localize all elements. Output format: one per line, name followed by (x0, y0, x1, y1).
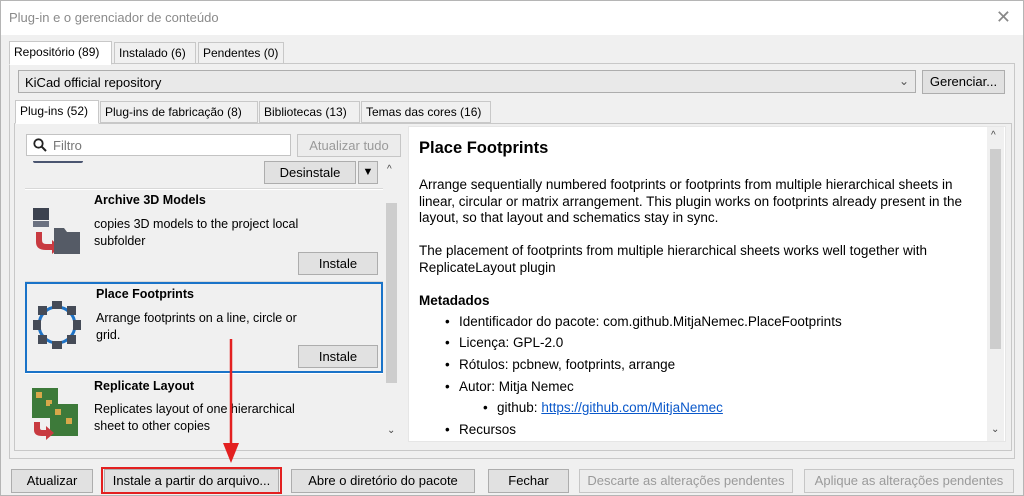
metadata-identifier: • Identificador do pacote: com.github.Mit… (445, 314, 842, 329)
metadata-resources: • Recursos (445, 422, 517, 437)
detail-paragraph: Arrange sequentially numbered footprints… (419, 177, 963, 225)
search-input[interactable]: Filtro (26, 134, 291, 156)
window-title: Plug-in e o gerenciador de conteúdo (9, 10, 219, 25)
detail-title: Place Footprints (419, 139, 549, 157)
package-item[interactable]: Archive 3D Models copies 3D models to th… (25, 190, 383, 282)
detail-paragraph: The placement of footprints from multipl… (419, 243, 927, 275)
scrollbar-thumb[interactable] (386, 203, 397, 383)
scrollbar-thumb[interactable] (990, 149, 1001, 349)
annotation-highlight-box (101, 467, 282, 494)
package-item[interactable]: Desinstale ▼ (25, 161, 383, 189)
scroll-up-icon[interactable]: ^ (991, 130, 996, 141)
repository-select-value: KiCad official repository (25, 75, 162, 90)
package-item[interactable]: Replicate Layout Replicates layout of on… (25, 374, 383, 442)
place-footprints-icon (33, 301, 81, 349)
package-item-selected[interactable]: Place Footprints Arrange footprints on a… (25, 282, 383, 373)
tab-libraries[interactable]: Bibliotecas (13) (259, 101, 360, 123)
title-bar: Plug-in e o gerenciador de conteúdo ✕ (1, 1, 1023, 35)
metadata-author: • Autor: Mitja Nemec (445, 379, 574, 394)
package-icon (33, 161, 83, 163)
uninstall-dropdown-icon[interactable]: ▼ (358, 161, 378, 184)
scroll-down-icon[interactable]: ⌄ (991, 424, 999, 435)
uninstall-button[interactable]: Desinstale (264, 161, 356, 184)
metadata-heading: Metadados (419, 293, 490, 308)
search-placeholder: Filtro (53, 138, 82, 153)
discard-pending-button[interactable]: Descarte as alterações pendentes (579, 469, 793, 493)
close-button[interactable]: Fechar (488, 469, 569, 493)
package-name: Replicate Layout (94, 379, 195, 393)
metadata-license: • Licença: GPL-2.0 (445, 335, 564, 350)
search-icon (33, 138, 47, 152)
metadata-tags: • Rótulos: pcbnew, footprints, arrange (445, 357, 676, 372)
install-button[interactable]: Instale (298, 345, 378, 368)
package-list-scrollbar[interactable]: ^ ⌄ (383, 161, 400, 442)
refresh-button[interactable]: Atualizar (11, 469, 93, 493)
repository-select[interactable]: KiCad official repository ⌄ (18, 70, 916, 93)
tab-fabrication-plugins[interactable]: Plug-ins de fabricação (8) (100, 101, 258, 123)
package-list[interactable]: Desinstale ▼ Archive 3D Models copies 3D… (25, 161, 383, 442)
tab-installed[interactable]: Instalado (6) (114, 42, 196, 64)
chevron-down-icon: ⌄ (898, 74, 909, 88)
package-description: Arrange footprints on a line, circle or … (96, 311, 297, 342)
detail-scrollbar[interactable]: ^ ⌄ (987, 127, 1004, 441)
package-detail: Place Footprints Arrange sequentially nu… (408, 126, 1006, 442)
package-description: Replicates layout of one hierarchical sh… (94, 402, 295, 433)
scroll-up-icon[interactable]: ^ (387, 164, 392, 175)
package-name: Place Footprints (96, 287, 194, 301)
replicate-layout-icon (32, 388, 78, 440)
package-name: Archive 3D Models (94, 193, 206, 207)
tab-pending[interactable]: Pendentes (0) (198, 42, 284, 64)
package-description: copies 3D models to the project local su… (94, 217, 299, 248)
install-button[interactable]: Instale (298, 252, 378, 275)
manage-button[interactable]: Gerenciar... (922, 70, 1005, 94)
tab-color-themes[interactable]: Temas das cores (16) (361, 101, 491, 123)
metadata-github: • github: https://github.com/MitjaNemec (483, 400, 723, 415)
github-link[interactable]: https://github.com/MitjaNemec (541, 400, 723, 415)
open-package-directory-button[interactable]: Abre o diretório do pacote (291, 469, 475, 493)
apply-pending-button[interactable]: Aplique as alterações pendentes (804, 469, 1014, 493)
tab-repository[interactable]: Repositório (89) (9, 41, 112, 65)
close-icon[interactable]: ✕ (996, 7, 1011, 27)
plugin-manager-window: Plug-in e o gerenciador de conteúdo ✕ Re… (0, 0, 1024, 496)
update-all-button[interactable]: Atualizar tudo (297, 134, 401, 157)
tab-plugins[interactable]: Plug-ins (52) (15, 100, 99, 124)
archive-3d-models-icon (33, 208, 80, 254)
scroll-down-icon[interactable]: ⌄ (387, 425, 395, 436)
annotation-arrow (223, 339, 239, 463)
